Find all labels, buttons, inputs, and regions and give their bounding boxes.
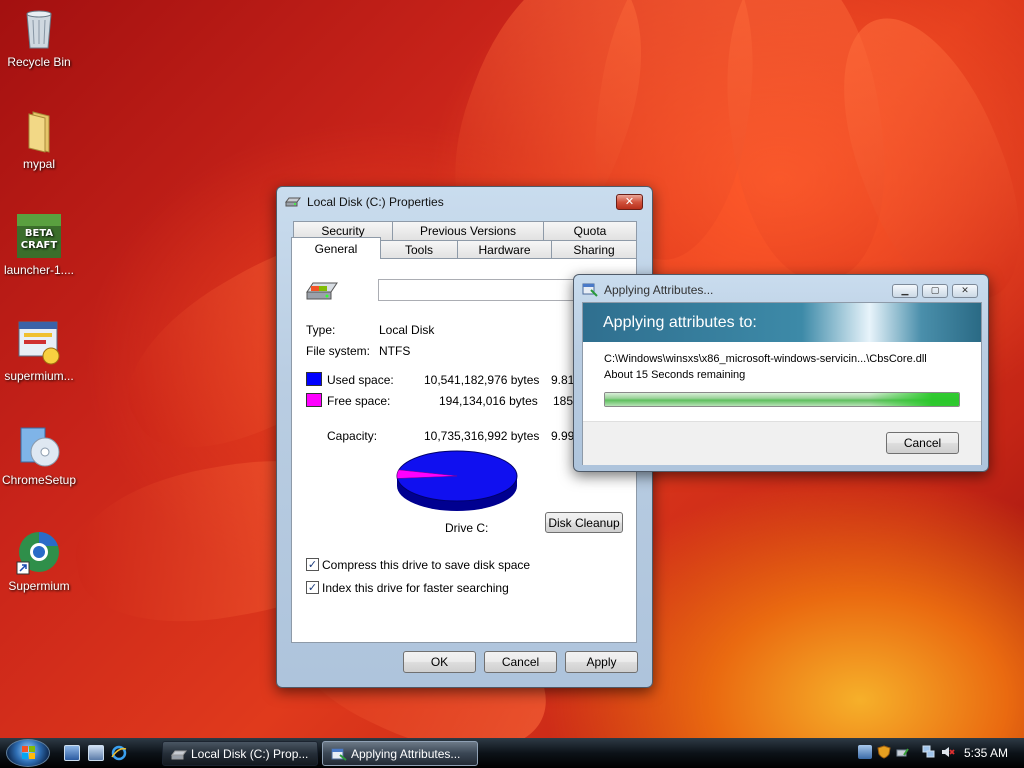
desktop-icon-chromesetup[interactable]: ChromeSetup	[0, 422, 78, 487]
type-label: Type:	[306, 323, 336, 337]
desktop-icon-mypal[interactable]: mypal	[0, 106, 78, 171]
minimize-button[interactable]: ▁	[892, 284, 918, 298]
free-space-bytes: 194,134,016 bytes	[439, 394, 538, 408]
attributes-titlebar[interactable]: Applying Attributes... ▁ ▢ ✕	[574, 275, 988, 305]
compress-label: Compress this drive to save disk space	[322, 558, 531, 572]
svg-text:CRAFT: CRAFT	[21, 240, 58, 251]
used-space-bytes: 10,541,182,976 bytes	[424, 373, 540, 387]
tab-general[interactable]: General	[291, 237, 381, 259]
start-button[interactable]	[6, 739, 50, 767]
capacity-bytes: 10,735,316,992 bytes	[424, 429, 540, 443]
tab-quota[interactable]: Quota	[543, 221, 637, 240]
svg-text:BETA: BETA	[25, 228, 53, 239]
properties-titlebar[interactable]: Local Disk (C:) Properties ✕	[277, 187, 652, 217]
safely-remove-icon[interactable]	[896, 745, 910, 759]
progress-glow	[869, 393, 959, 406]
separator	[306, 538, 626, 539]
disk-usage-pie	[396, 450, 518, 511]
tab-previous-versions[interactable]: Previous Versions	[392, 221, 544, 240]
drive-icon	[171, 747, 187, 764]
attributes-content: Applying attributes to: C:\Windows\winsx…	[582, 302, 982, 465]
desktop-icon-supermium-installer[interactable]: supermium...	[0, 318, 78, 383]
installer-icon	[15, 318, 63, 366]
maximize-button[interactable]: ▢	[922, 284, 948, 298]
desktop-icon-supermium[interactable]: Supermium	[0, 528, 78, 593]
betacraft-icon: BETA CRAFT	[15, 212, 63, 260]
volume-muted-icon[interactable]	[941, 745, 955, 759]
tab-sharing[interactable]: Sharing	[551, 240, 637, 259]
taskbar-item-label: Applying Attributes...	[351, 746, 461, 761]
capacity-size: 9.99	[551, 429, 575, 443]
ok-button[interactable]: OK	[403, 651, 476, 673]
used-space-size: 9.81	[551, 373, 575, 387]
recycle-bin-icon	[15, 4, 63, 52]
disk-cleanup-button[interactable]: Disk Cleanup	[545, 512, 623, 533]
drive-large-icon	[305, 277, 339, 306]
windows-logo-icon	[22, 746, 35, 759]
tab-tools[interactable]: Tools	[380, 240, 458, 259]
used-space-swatch	[306, 372, 322, 386]
desktop-icon-label: launcher-1....	[3, 263, 75, 277]
taskbar-item-properties[interactable]: Local Disk (C:) Prop...	[162, 741, 318, 766]
desktop-icon-label: mypal	[22, 157, 55, 171]
desktop-icon-label: Supermium	[8, 579, 70, 593]
properties-title: Local Disk (C:) Properties	[307, 195, 444, 209]
security-shield-icon[interactable]	[877, 745, 891, 759]
desktop-icon-label: supermium...	[4, 369, 74, 383]
drive-label: Drive C:	[445, 521, 489, 535]
cancel-button[interactable]: Cancel	[484, 651, 557, 673]
desktop-icon-label: ChromeSetup	[1, 473, 77, 487]
compress-checkbox[interactable]: ✓	[306, 558, 319, 571]
folder-icon	[15, 106, 63, 154]
index-label: Index this drive for faster searching	[322, 581, 509, 595]
desktop-icon-label: Recycle Bin	[7, 55, 71, 69]
attributes-progress-bar	[604, 392, 960, 407]
taskbar-item-applying-attributes[interactable]: Applying Attributes...	[322, 741, 478, 766]
attributes-icon	[582, 281, 598, 300]
free-space-size: 185	[553, 394, 574, 408]
attributes-header: Applying attributes to:	[603, 314, 757, 331]
file-system-label: File system:	[306, 344, 371, 358]
supermium-browser-icon	[15, 528, 63, 576]
capacity-label: Capacity:	[327, 429, 378, 443]
index-checkbox[interactable]: ✓	[306, 581, 319, 594]
network-icon[interactable]	[858, 745, 872, 759]
attributes-header-banner: Applying attributes to:	[583, 303, 981, 342]
network-connection-icon[interactable]	[922, 745, 936, 759]
free-space-label: Free space:	[327, 394, 391, 408]
attributes-file-path: C:\Windows\winsxs\x86_microsoft-windows-…	[604, 353, 927, 365]
apply-button[interactable]: Apply	[565, 651, 638, 673]
drive-icon	[285, 193, 301, 212]
free-space-swatch	[306, 393, 322, 407]
attributes-time-remaining: About 15 Seconds remaining	[604, 369, 746, 381]
taskbar-item-label: Local Disk (C:) Prop...	[191, 746, 309, 761]
setup-disc-icon	[15, 422, 63, 470]
applying-attributes-dialog: Applying Attributes... ▁ ▢ ✕ Applying at…	[573, 274, 989, 472]
taskbar-clock: 5:35 AM	[963, 746, 1008, 760]
used-space-label: Used space:	[327, 373, 394, 387]
attributes-icon	[331, 747, 347, 764]
show-desktop-icon[interactable]	[64, 745, 80, 761]
attributes-title: Applying Attributes...	[604, 283, 714, 297]
desktop-icon-recycle-bin[interactable]: Recycle Bin	[0, 4, 78, 69]
internet-explorer-icon[interactable]	[111, 745, 127, 761]
file-system-value: NTFS	[379, 344, 411, 358]
desktop-icon-launcher[interactable]: BETA CRAFT launcher-1....	[0, 212, 78, 277]
attributes-cancel-button[interactable]: Cancel	[886, 432, 959, 454]
type-value: Local Disk	[379, 323, 435, 337]
switch-windows-icon[interactable]	[88, 745, 104, 761]
properties-close-button[interactable]: ✕	[616, 194, 643, 210]
attributes-close-button[interactable]: ✕	[952, 284, 978, 298]
taskbar: Local Disk (C:) Prop... Applying Attribu…	[0, 738, 1024, 768]
tab-hardware[interactable]: Hardware	[457, 240, 552, 259]
